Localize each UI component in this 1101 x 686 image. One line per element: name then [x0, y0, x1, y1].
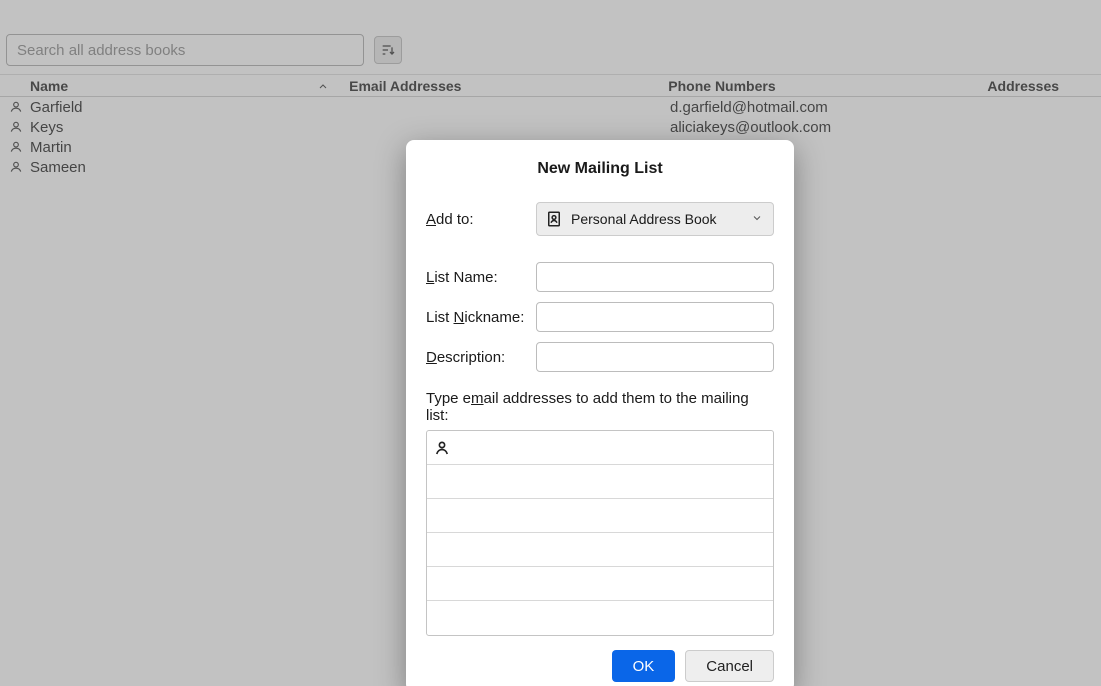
email-row[interactable]: [427, 567, 773, 601]
email-row[interactable]: [427, 499, 773, 533]
chevron-down-icon: [751, 211, 763, 227]
email-row[interactable]: [427, 431, 773, 465]
ok-button[interactable]: OK: [612, 650, 676, 682]
list-nickname-input[interactable]: [536, 302, 774, 332]
person-icon: [433, 439, 451, 457]
list-nickname-label: List Nickname:: [426, 309, 536, 326]
dialog-title: New Mailing List: [426, 160, 774, 178]
description-label: Description:: [426, 349, 536, 366]
email-row[interactable]: [427, 601, 773, 635]
cancel-button[interactable]: Cancel: [685, 650, 774, 682]
email-row[interactable]: [427, 533, 773, 567]
email-instruction: Type email addresses to add them to the …: [426, 390, 774, 424]
new-mailing-list-dialog: New Mailing List Add to: Personal Addres…: [406, 140, 794, 686]
dialog-buttons: OK Cancel: [426, 650, 774, 682]
list-name-label: List Name:: [426, 269, 536, 286]
email-row[interactable]: [427, 465, 773, 499]
add-to-label: Add to:: [426, 211, 536, 228]
add-to-select[interactable]: Personal Address Book: [536, 202, 774, 236]
address-book-icon: [545, 210, 563, 228]
email-address-list: [426, 430, 774, 636]
description-input[interactable]: [536, 342, 774, 372]
add-to-value: Personal Address Book: [571, 211, 717, 227]
address-book-app: Name Email Addresses Phone Numbers Addre…: [0, 0, 1101, 686]
list-name-input[interactable]: [536, 262, 774, 292]
